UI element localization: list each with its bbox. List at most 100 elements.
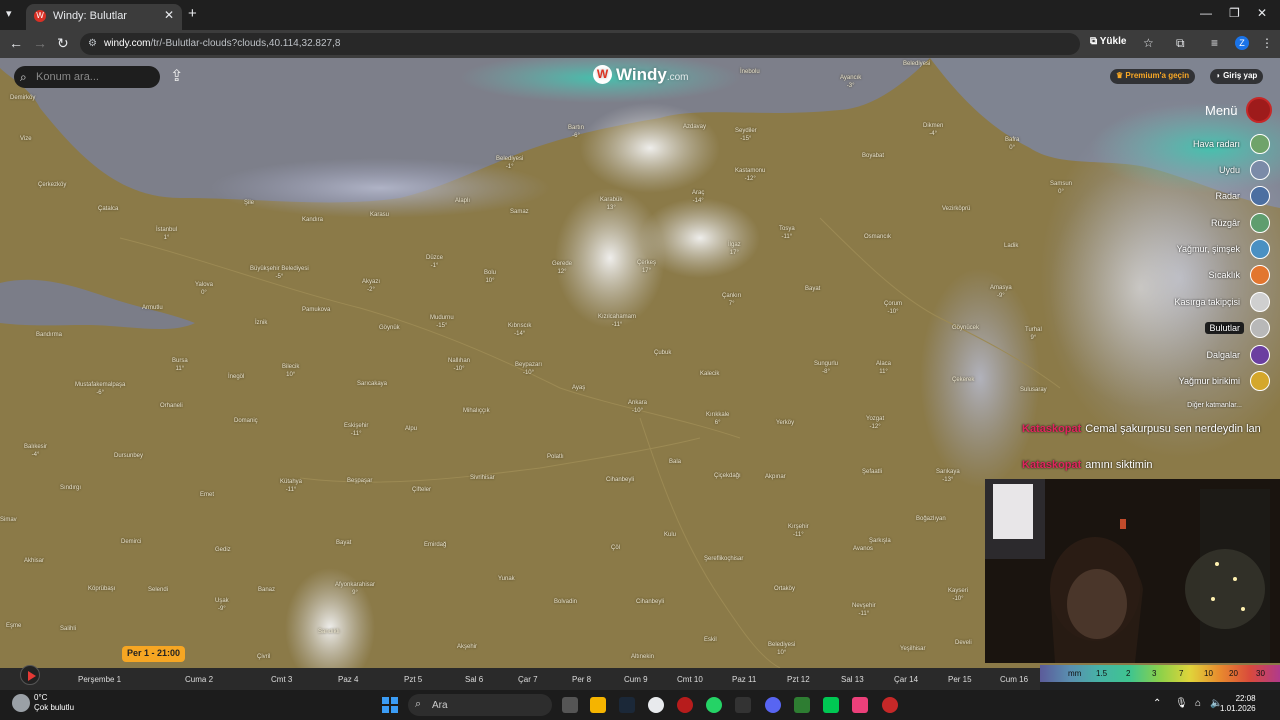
weather-widget[interactable]: 0°C Çok bulutlu [34, 693, 74, 713]
timeline-day[interactable]: Çar 7 [518, 675, 538, 684]
reload-icon[interactable]: ↻ [57, 35, 69, 52]
window-close-icon[interactable]: ✕ [1257, 6, 1267, 20]
tab-windy[interactable]: W Windy: Bulutlar ✕ [26, 4, 182, 30]
city-label: İstanbul 1° [156, 227, 178, 241]
timeline-day[interactable]: Cuma 2 [185, 675, 213, 684]
location-search-input[interactable]: ⌕ Konum ara... [14, 66, 160, 88]
layer-clouds[interactable]: Bulutlar [1180, 318, 1270, 338]
city-label: Tosya -11° [779, 226, 795, 240]
install-button[interactable]: ⧉ Yükle [1090, 36, 1126, 47]
layer-temperature[interactable]: Sıcaklık [1180, 265, 1270, 285]
maximize-icon[interactable]: ❐ [1229, 6, 1240, 20]
app-icon[interactable] [677, 697, 693, 713]
new-tab-icon[interactable]: + [188, 5, 197, 22]
app-icon[interactable] [852, 697, 868, 713]
chrome-icon[interactable] [648, 697, 664, 713]
city-label: Develi [955, 640, 972, 646]
timeline-day[interactable]: Pzt 5 [404, 675, 422, 684]
menu-button[interactable] [1246, 97, 1272, 123]
city-label: Ankara -10° [628, 400, 648, 414]
city-label: Kırıkkale 6° [706, 412, 730, 426]
layer-radar[interactable]: Radar [1180, 186, 1270, 206]
timeline-day[interactable]: Çar 14 [894, 675, 918, 684]
timeline-day[interactable]: Per 15 [948, 675, 972, 684]
tray-chevron-icon[interactable]: ⌃ [1153, 698, 1161, 709]
whatsapp-icon[interactable] [706, 697, 722, 713]
network-icon[interactable]: ⌂ [1195, 698, 1201, 709]
city-label: Altınekin [631, 654, 655, 660]
city-label: Bolvadin [554, 599, 578, 605]
city-label: Boyabat [862, 153, 885, 159]
timeline-day[interactable]: Cmt 3 [271, 675, 292, 684]
bookmark-star-icon[interactable]: ☆ [1143, 36, 1154, 50]
layer-rain-thunder[interactable]: Yağmur, şimşek [1160, 239, 1270, 259]
app-icon[interactable] [823, 697, 839, 713]
current-time-badge[interactable]: Per 1 - 21:00 [122, 646, 186, 662]
layer-hurricane-tracker[interactable]: Kasırga takipçisi [1160, 292, 1270, 312]
browser-menu-icon[interactable]: ⋮ [1261, 36, 1273, 50]
address-bar[interactable]: ⚙ windy.com/tr/-Bulutlar-clouds?clouds,4… [80, 33, 1080, 55]
precipitation-legend[interactable]: mm 1.5 2 3 7 10 20 30 [1040, 665, 1280, 682]
timeline-day[interactable]: Cum 9 [624, 675, 648, 684]
discord-icon[interactable] [765, 697, 781, 713]
profile-avatar[interactable]: Z [1235, 36, 1249, 50]
timeline-day[interactable]: Cmt 10 [677, 675, 703, 684]
city-label: Sulusaray [1020, 387, 1047, 393]
layer-more[interactable]: Diğer katmanlar... [1180, 397, 1270, 417]
login-button[interactable]: ◗ Giriş yap [1210, 69, 1264, 84]
city-label: Akpınar [765, 474, 786, 480]
weather-icon[interactable] [12, 694, 30, 712]
menu-label[interactable]: Menü [1205, 103, 1238, 118]
city-label: Nallıhan -10° [448, 358, 471, 372]
layer-satellite[interactable]: Uydu [1180, 160, 1270, 180]
layer-radar-forecast[interactable]: Hava radarı [1180, 134, 1270, 154]
city-label: Demirköy [10, 95, 36, 101]
city-label: Yalova 0° [195, 282, 213, 296]
timeline-day[interactable]: Cum 16 [1000, 675, 1028, 684]
timeline-day[interactable]: Paz 4 [338, 675, 358, 684]
steam-icon[interactable] [619, 697, 635, 713]
city-label: Bayat [336, 540, 352, 546]
layer-waves[interactable]: Dalgalar [1180, 345, 1270, 365]
legend-value: 30 [1256, 669, 1265, 678]
city-label: Banaz [258, 587, 276, 593]
timeline-day[interactable]: Sal 13 [841, 675, 864, 684]
taskbar-search-input[interactable]: ⌕ Ara [408, 694, 552, 716]
city-label: Kırşehir -11° [788, 524, 809, 538]
city-label: Sungurlu -8° [814, 361, 839, 375]
extensions-icon[interactable]: ⧉ [1176, 36, 1185, 51]
file-explorer-icon[interactable] [590, 697, 606, 713]
premium-button[interactable]: ♛ Premium'a geçin [1110, 69, 1196, 84]
share-icon[interactable]: ⇪ [170, 66, 183, 86]
timeline-day[interactable]: Paz 11 [732, 675, 756, 684]
minimize-icon[interactable]: — [1200, 6, 1212, 20]
tab-search-icon[interactable]: ▾ [6, 7, 12, 20]
city-label: Çivril [257, 654, 271, 660]
windows-start-icon[interactable] [382, 697, 398, 713]
media-control-icon[interactable]: ≡ [1211, 36, 1218, 50]
layer-rain-accumulation[interactable]: Yağmur birikimi [1160, 371, 1270, 391]
back-icon[interactable]: ← [9, 35, 23, 51]
site-info-icon[interactable]: ⚙ [88, 38, 97, 49]
tab-close-icon[interactable]: ✕ [164, 8, 174, 22]
app-icon[interactable] [794, 697, 810, 713]
terminal-icon[interactable] [735, 697, 751, 713]
city-label: Cihanbeyli [636, 599, 665, 605]
system-clock[interactable]: 22:08 1.01.2026 [1220, 694, 1256, 714]
timeline-day[interactable]: Per 8 [572, 675, 591, 684]
city-label: Mihalıççık [463, 408, 490, 414]
timeline-day[interactable]: Perşembe 1 [78, 675, 121, 684]
play-button[interactable] [20, 665, 40, 685]
timeline-day[interactable]: Sal 6 [465, 675, 483, 684]
microphone-icon[interactable]: 🎙 [1175, 698, 1188, 709]
clock-date: 1.01.2026 [1220, 704, 1256, 713]
city-label: Göynücek [952, 325, 980, 331]
city-label: Bafra 0° [1005, 137, 1020, 151]
forward-icon[interactable]: → [33, 35, 47, 51]
task-view-icon[interactable] [562, 697, 578, 713]
layer-wind[interactable]: Rüzgâr [1180, 213, 1270, 233]
app-icon[interactable] [882, 697, 898, 713]
windy-logo[interactable]: W Windy.com [593, 65, 689, 85]
city-label: Dursunbey [114, 453, 144, 459]
timeline-day[interactable]: Pzt 12 [787, 675, 810, 684]
